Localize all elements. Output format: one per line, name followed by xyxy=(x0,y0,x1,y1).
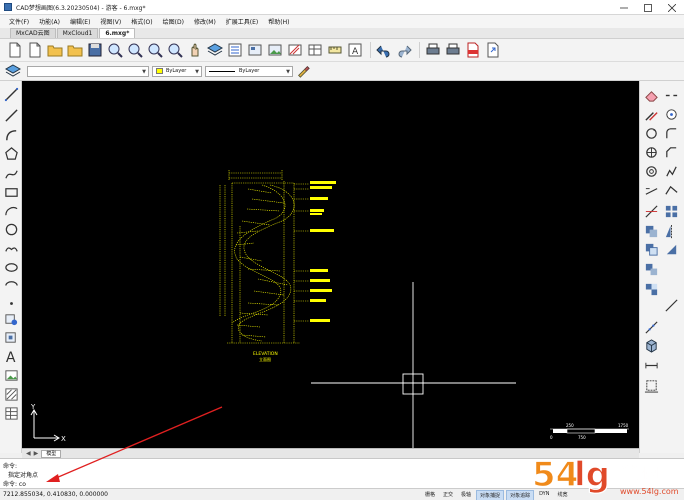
annotation-arrow-overlay xyxy=(46,406,223,482)
svg-text:lg: lg xyxy=(574,455,610,495)
svg-text:54: 54 xyxy=(532,455,579,495)
watermark-logo: 54 lg 手游网 www.54lg.com xyxy=(531,454,679,496)
svg-text:www.54lg.com: www.54lg.com xyxy=(620,487,679,496)
watermark: 54 lg 手游网 www.54lg.com xyxy=(530,448,684,500)
svg-text:手游网: 手游网 xyxy=(616,465,658,482)
